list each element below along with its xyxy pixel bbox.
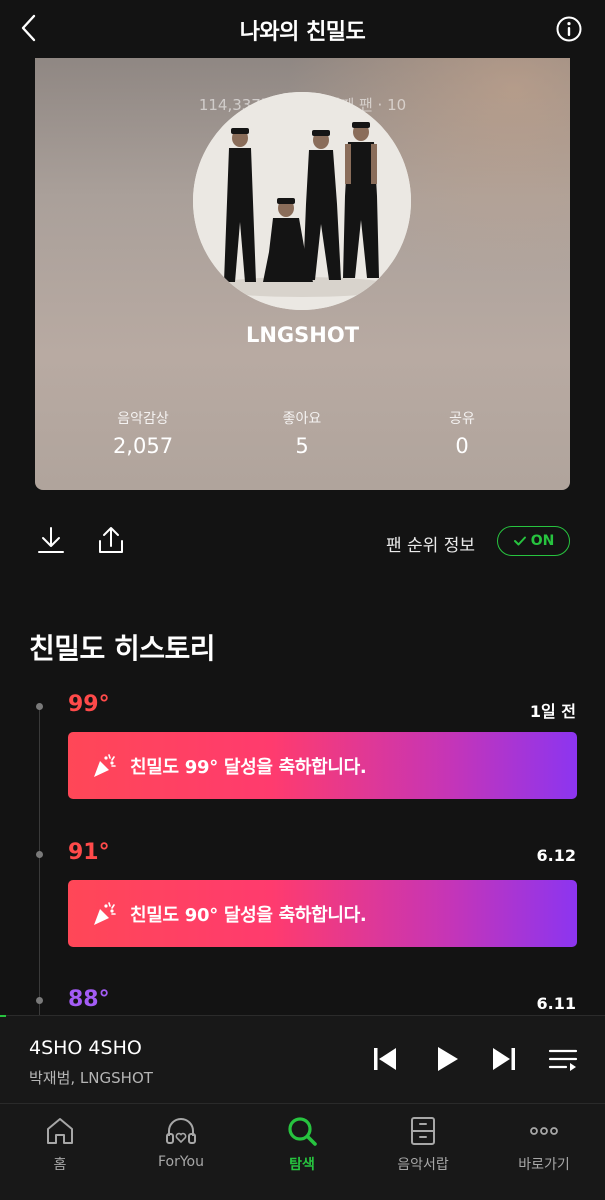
history-date: 1일 전	[529, 702, 576, 721]
history-degree: 88°	[68, 987, 110, 1012]
nav-item-shortcut[interactable]: 바로가기	[494, 1114, 594, 1174]
artist-name: LNGSHOT	[245, 323, 360, 347]
nav-item-foryou[interactable]: ForYou	[131, 1114, 231, 1170]
nav-label: 탐색	[289, 1157, 315, 1173]
party-popper-icon	[94, 901, 116, 925]
playback-progress	[0, 1015, 7, 1017]
banner-text: 친밀도 99° 달성을 축하합니다.	[130, 756, 367, 778]
artist-photo	[193, 92, 411, 310]
stat-value: 0	[455, 434, 469, 458]
bottom-nav: 홈 ForYou 탐색 음악서랍 바로가기	[0, 1103, 605, 1200]
page-title: 나와의 친밀도	[239, 20, 366, 45]
info-icon[interactable]	[555, 15, 583, 43]
history-banner[interactable]: 친밀도 99° 달성을 축하합니다.	[68, 732, 577, 799]
nav-label: 음악서랍	[397, 1157, 449, 1173]
nav-item-drawer[interactable]: 음악서랍	[373, 1114, 473, 1174]
banner-text: 친밀도 90° 달성을 축하합니다.	[130, 904, 367, 926]
stat-value: 5	[295, 434, 309, 458]
previous-track-icon[interactable]	[370, 1044, 400, 1074]
party-popper-icon	[94, 753, 116, 777]
stat-label: 공유	[449, 411, 475, 427]
headphones-heart-icon	[166, 1118, 196, 1144]
history-degree: 99°	[68, 692, 110, 717]
intimacy-card: 114,337명 중 284번째 팬 · 10 LNGSHOT 음악	[35, 40, 570, 490]
timeline-line	[39, 706, 40, 1016]
timeline-dot	[36, 851, 43, 858]
nav-label: 바로가기	[518, 1157, 570, 1173]
mini-player[interactable]: 4SHO 4SHO 박재범, LNGSHOT	[0, 1015, 605, 1103]
download-icon[interactable]	[35, 524, 67, 556]
action-row: 팬 순위 정보 ON	[0, 522, 605, 562]
nav-label: ForYou	[157, 1154, 204, 1170]
play-icon[interactable]	[432, 1044, 462, 1074]
nav-label: 홈	[53, 1157, 67, 1173]
history-degree: 91°	[68, 840, 110, 865]
timeline-dot	[36, 703, 43, 710]
stat-listen: 음악감상 2,057	[73, 408, 213, 458]
share-icon[interactable]	[95, 524, 127, 556]
history-title: 친밀도 히스토리	[29, 632, 216, 665]
toggle-label: ON	[530, 533, 555, 549]
stat-share: 공유 0	[392, 408, 532, 458]
next-track-icon[interactable]	[489, 1044, 519, 1074]
stat-label: 좋아요	[282, 411, 322, 427]
fan-rank-label: 팬 순위 정보	[386, 536, 476, 556]
top-bar: 나와의 친밀도	[0, 0, 605, 58]
artist-avatar[interactable]	[193, 92, 411, 310]
playlist-icon[interactable]	[548, 1044, 578, 1074]
more-icon	[530, 1127, 558, 1135]
drawer-icon	[411, 1117, 435, 1145]
track-artist: 박재범, LNGSHOT	[29, 1069, 153, 1087]
home-icon	[47, 1118, 73, 1144]
stat-like: 좋아요 5	[232, 408, 372, 458]
nav-item-home[interactable]: 홈	[10, 1114, 110, 1174]
history-date: 6.12	[536, 846, 576, 865]
stat-value: 2,057	[112, 434, 174, 458]
history-date: 6.11	[536, 994, 576, 1013]
track-title: 4SHO 4SHO	[29, 1037, 142, 1059]
stat-label: 음악감상	[117, 411, 169, 427]
check-icon	[513, 536, 526, 546]
fan-rank-toggle[interactable]: ON	[497, 526, 570, 556]
history-banner[interactable]: 친밀도 90° 달성을 축하합니다.	[68, 880, 577, 947]
nav-item-explore[interactable]: 탐색	[252, 1114, 352, 1174]
timeline-dot	[36, 997, 43, 1004]
search-icon	[288, 1117, 317, 1146]
